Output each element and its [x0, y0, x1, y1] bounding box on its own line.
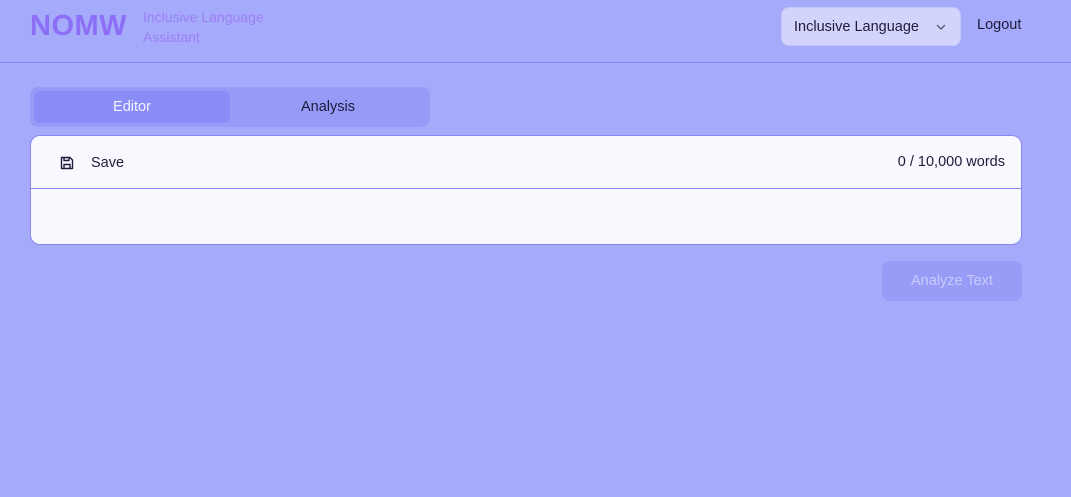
text-editor-input[interactable] [31, 189, 1021, 244]
word-count: 0 / 10,000 words [897, 154, 1005, 170]
chevron-down-icon [936, 24, 946, 30]
app-header: NOMW Inclusive Language Assistant Inclus… [0, 0, 1071, 63]
language-mode-selected: Inclusive Language [794, 18, 919, 35]
tab-analysis[interactable]: Analysis [230, 91, 426, 123]
editor-toolbar: Save 0 / 10,000 words [31, 136, 1021, 189]
save-icon [60, 156, 74, 170]
tab-editor[interactable]: Editor [34, 91, 230, 123]
save-button[interactable]: Save [59, 153, 124, 173]
analyze-text-button[interactable]: Analyze Text [882, 261, 1022, 301]
save-button-label: Save [91, 155, 125, 171]
tagline-line-2: Assistant [143, 29, 200, 45]
app-logo[interactable]: NOMW [30, 10, 127, 43]
logout-button[interactable]: Logout [977, 17, 1021, 33]
language-mode-select[interactable]: Inclusive Language [781, 7, 961, 46]
editor-card: Save 0 / 10,000 words [30, 135, 1022, 245]
tagline-line-1: Inclusive Language [143, 9, 264, 25]
view-tabs: Editor Analysis [30, 87, 430, 127]
app-tagline: Inclusive Language Assistant [143, 7, 283, 47]
